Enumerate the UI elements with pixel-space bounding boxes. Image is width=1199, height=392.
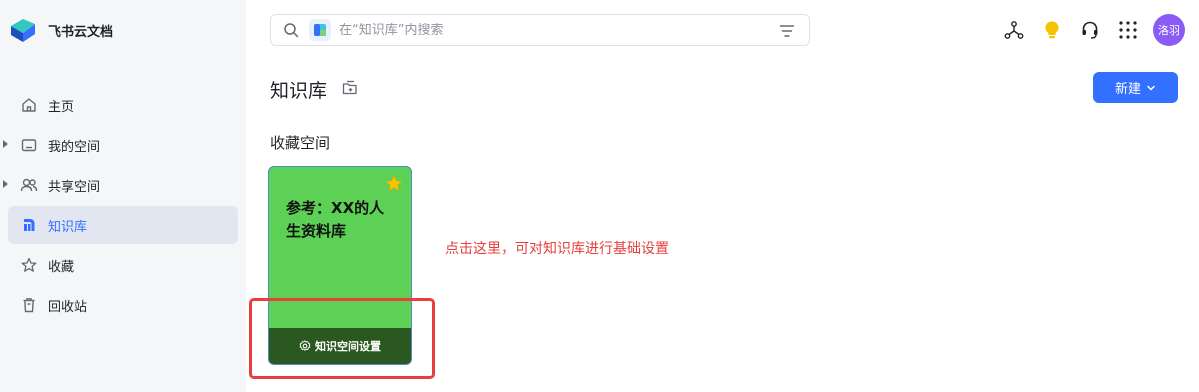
wiki-icon xyxy=(20,216,38,234)
sidebar-item-label: 收藏 xyxy=(48,259,75,275)
main-content: 洛羽 知识库 新建 收藏空间 参考：XX的人生资料库 知识空间设置 点击这里，可… xyxy=(246,0,1199,392)
feishu-logo-icon xyxy=(11,19,35,42)
sidebar-nav: 主页 我的空间 共享空间 知识库 收藏 回收站 xyxy=(0,86,246,326)
annotation-text: 点击这里，可对知识库进行基础设置 xyxy=(445,241,669,257)
header-actions: 洛羽 xyxy=(987,14,1185,46)
wiki-scope-icon[interactable] xyxy=(309,19,331,41)
sidebar-item-favorites[interactable]: 收藏 xyxy=(8,246,238,284)
network-icon[interactable] xyxy=(1003,19,1025,41)
sidebar-item-home[interactable]: 主页 xyxy=(8,86,238,124)
app-name: 飞书云文档 xyxy=(48,24,114,40)
sidebar-item-wiki[interactable]: 知识库 xyxy=(8,206,238,244)
star-outline-icon xyxy=(20,256,38,274)
people-icon xyxy=(20,176,38,194)
new-button[interactable]: 新建 xyxy=(1093,72,1178,103)
apps-grid-icon[interactable] xyxy=(1117,19,1139,41)
brand[interactable]: 飞书云文档 xyxy=(8,16,113,44)
annotation-highlight-box xyxy=(249,298,435,379)
star-icon[interactable] xyxy=(385,175,403,193)
new-button-label: 新建 xyxy=(1114,81,1141,96)
headset-icon[interactable] xyxy=(1079,19,1101,41)
sidebar-item-shared-space[interactable]: 共享空间 xyxy=(3,166,238,204)
trash-icon xyxy=(20,296,38,314)
sidebar-item-trash[interactable]: 回收站 xyxy=(8,286,238,324)
expand-caret-icon[interactable] xyxy=(3,180,8,188)
chevron-down-icon xyxy=(1147,85,1155,91)
search-icon xyxy=(284,23,299,38)
sidebar-item-label: 我的空间 xyxy=(48,139,101,155)
sidebar: 飞书云文档 主页 我的空间 共享空间 知识库 收藏 回收站 xyxy=(0,0,246,392)
card-title: 参考：XX的人生资料库 xyxy=(286,199,385,240)
sidebar-item-label: 知识库 xyxy=(48,219,88,235)
sidebar-item-label: 回收站 xyxy=(48,299,88,315)
page-title: 知识库 xyxy=(270,80,328,102)
sidebar-item-label: 主页 xyxy=(48,99,75,115)
filter-icon[interactable] xyxy=(779,23,795,39)
avatar[interactable]: 洛羽 xyxy=(1153,14,1185,46)
expand-caret-icon[interactable] xyxy=(3,140,8,148)
space-settings-icon[interactable] xyxy=(342,80,358,96)
section-title: 收藏空间 xyxy=(270,134,331,152)
lightbulb-icon[interactable] xyxy=(1041,19,1063,41)
folder-icon xyxy=(20,136,38,154)
app-window: 飞书云文档 主页 我的空间 共享空间 知识库 收藏 回收站 在“知识库”内搜索 … xyxy=(0,0,1199,392)
search-input[interactable] xyxy=(339,22,759,38)
search-bar[interactable] xyxy=(270,14,810,46)
sidebar-item-my-space[interactable]: 我的空间 xyxy=(3,126,238,164)
sidebar-item-label: 共享空间 xyxy=(48,179,101,195)
home-icon xyxy=(20,96,38,114)
